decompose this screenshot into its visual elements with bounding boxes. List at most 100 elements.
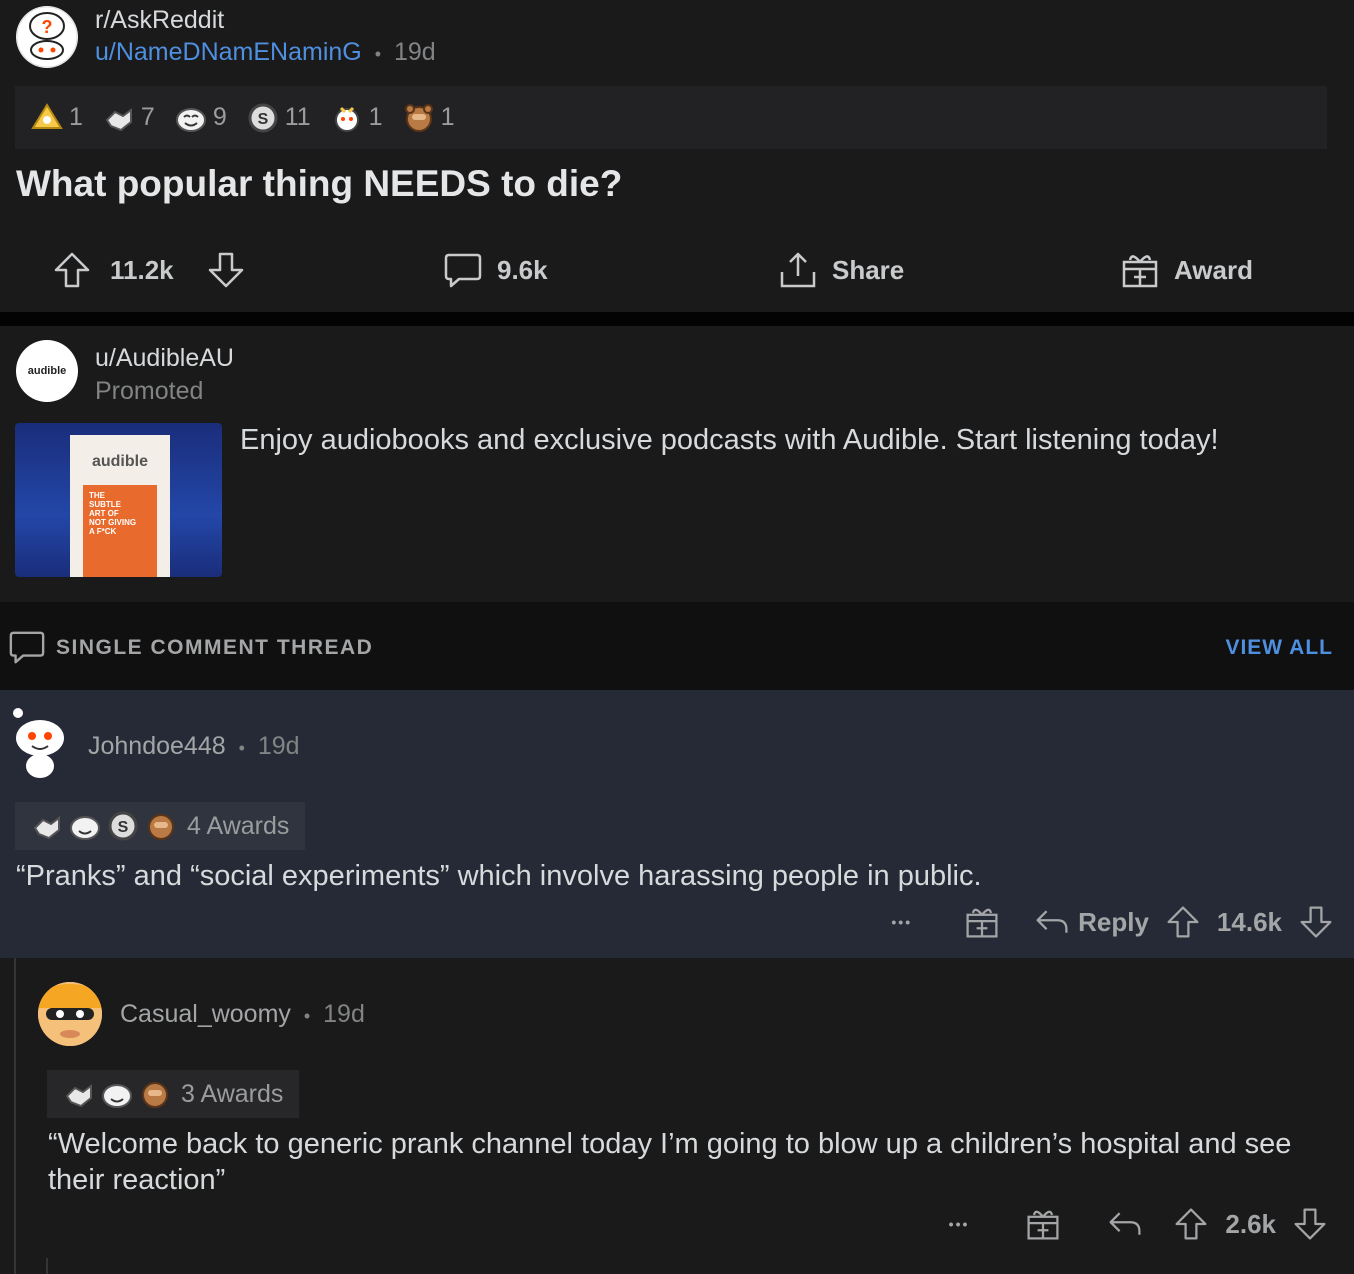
svg-text:?: ? [42, 17, 53, 37]
award-label: Award [1174, 254, 1253, 285]
facepalm-bear-award-icon [148, 814, 174, 840]
reply-arrow-icon [1036, 910, 1068, 933]
downvote-icon[interactable] [1292, 1206, 1328, 1242]
vote-bar: 11.2k [52, 250, 246, 290]
silver-coin-award-icon: S [108, 811, 138, 841]
comment-body: “Welcome back to generic prank channel t… [48, 1128, 1292, 1196]
thread-line[interactable] [46, 1258, 48, 1274]
downvote-icon[interactable] [206, 250, 246, 290]
ad-avatar[interactable]: audible [16, 340, 78, 402]
awards-label: 4 Awards [187, 811, 290, 840]
upvote-icon[interactable] [52, 250, 92, 290]
book-title: THE SUBTLE ART OF NOT GIVING A F*CK [89, 491, 137, 536]
downvote-icon[interactable] [1298, 904, 1334, 940]
post-age: 19d [393, 38, 436, 66]
share-button[interactable]: Share [778, 250, 904, 290]
svg-text:S: S [257, 111, 268, 128]
award-count: 9 [212, 103, 227, 131]
comments-button[interactable]: 9.6k [443, 250, 548, 290]
award-count: 7 [140, 103, 155, 131]
more-options-button[interactable]: ••• [949, 1216, 970, 1232]
comment-awards[interactable]: 3 Awards [47, 1070, 300, 1118]
view-all-link[interactable]: VIEW ALL [1225, 636, 1333, 660]
comment-author-line: Johndoe448 • 19d [88, 732, 300, 761]
comment-reply: Casual_woomy • 19d 3 Awards “Welcome bac… [0, 958, 1354, 1274]
post-meta: u/NameDNamENaminG • 19d [95, 38, 436, 67]
commenter-avatar[interactable] [38, 982, 102, 1046]
wholesome-award-icon [31, 102, 63, 129]
award-item[interactable]: 1 [403, 102, 455, 134]
comment-bubble-icon [444, 253, 482, 288]
facepalm-bear-award-icon [404, 103, 433, 132]
askreddit-snoo-icon: ? [16, 6, 78, 68]
facepalm-bear-award-icon [142, 1082, 168, 1108]
comment-body: “Pranks” and “social experiments” which … [16, 860, 982, 892]
award-count: 1 [440, 103, 455, 131]
awards-label: 3 Awards [181, 1079, 284, 1108]
ad-text[interactable]: Enjoy audiobooks and exclusive podcasts … [240, 424, 1219, 457]
party-snoo-award-icon [334, 106, 359, 132]
award-count: 1 [69, 103, 83, 131]
comment-awards[interactable]: S 4 Awards [15, 802, 306, 850]
post-vote-count: 11.2k [110, 254, 174, 285]
handshake-award-icon [105, 107, 132, 131]
single-thread-label: SINGLE COMMENT THREAD [56, 636, 374, 659]
book-brand: audible [91, 453, 148, 470]
single-thread-bar: SINGLE COMMENT THREAD VIEW ALL [0, 602, 1354, 690]
comment-actions: ••• 2.6k [949, 1206, 1328, 1242]
comment-count: 9.6k [497, 254, 548, 285]
award-item[interactable]: 9 [175, 102, 227, 134]
audible-logo-text: audible [27, 365, 67, 377]
comment-highlighted: Johndoe448 • 19d S 4 Awards “Pranks” and… [0, 690, 1354, 958]
post-card: ? r/AskReddit u/NameDNamENaminG • 19d 1 … [0, 0, 1354, 312]
award-item[interactable]: 1 [331, 102, 383, 134]
comment-author[interactable]: Johndoe448 [88, 732, 226, 760]
reply-label: Reply [1078, 906, 1149, 937]
promoted-ad[interactable]: audible u/AudibleAU Promoted audible THE… [0, 326, 1354, 602]
comment-actions: ••• Reply 14.6k [891, 904, 1334, 940]
award-item[interactable]: 7 [103, 102, 155, 134]
award-button[interactable]: Award [1120, 250, 1253, 290]
reply-arrow-icon[interactable] [1107, 1206, 1143, 1242]
meta-dot: • [303, 1006, 311, 1026]
comment-bubble-icon [9, 631, 45, 664]
comment-author[interactable]: Casual_woomy [120, 1000, 291, 1028]
meta-dot: • [238, 738, 245, 758]
comment-age: 19d [323, 1000, 365, 1028]
subreddit-avatar[interactable]: ? [16, 6, 78, 68]
share-label: Share [832, 254, 905, 285]
commenter-avatar[interactable] [8, 704, 68, 780]
award-item[interactable]: 1 [31, 102, 83, 134]
gift-icon [1122, 255, 1158, 288]
upvote-icon[interactable] [1173, 1206, 1209, 1242]
reply-button[interactable]: Reply [1034, 904, 1149, 940]
ad-thumbnail[interactable]: audible THE SUBTLE ART OF NOT GIVING A F… [15, 423, 222, 577]
subreddit-name[interactable]: r/AskReddit [95, 6, 224, 35]
promoted-label: Promoted [95, 377, 204, 405]
post-awards-bar[interactable]: 1 7 9 S 11 1 1 [15, 86, 1327, 149]
ad-author[interactable]: u/AudibleAU [95, 344, 234, 373]
comment-author-line: Casual_woomy • 19d [120, 1000, 365, 1029]
gift-icon[interactable] [1025, 1206, 1061, 1242]
comment-age: 19d [257, 732, 300, 760]
comment-vote-count: 14.6k [1216, 906, 1282, 937]
section-divider [0, 312, 1354, 326]
gift-icon[interactable] [964, 904, 1000, 940]
inkling-avatar-icon [38, 982, 102, 1046]
comment-vote-count: 2.6k [1225, 1208, 1276, 1239]
laughing-face-award-icon [70, 816, 100, 840]
post-author-link[interactable]: u/NameDNamENaminG [95, 38, 362, 66]
laughing-face-award-icon [102, 1084, 132, 1108]
more-options-button[interactable]: ••• [891, 914, 912, 930]
handshake-award-icon [33, 816, 60, 840]
thread-line[interactable] [14, 958, 16, 1274]
book-cover: audible THE SUBTLE ART OF NOT GIVING A F… [70, 435, 170, 577]
snoo-avatar-icon [13, 708, 64, 778]
book-orange-cover: THE SUBTLE ART OF NOT GIVING A F*CK [83, 485, 157, 577]
upvote-icon[interactable] [1165, 904, 1201, 940]
meta-dot: • [374, 44, 382, 64]
svg-text:S: S [118, 819, 129, 836]
award-item[interactable]: S 11 [247, 102, 311, 134]
laughing-face-award-icon [175, 107, 206, 132]
post-title[interactable]: What popular thing NEEDS to die? [16, 163, 622, 205]
